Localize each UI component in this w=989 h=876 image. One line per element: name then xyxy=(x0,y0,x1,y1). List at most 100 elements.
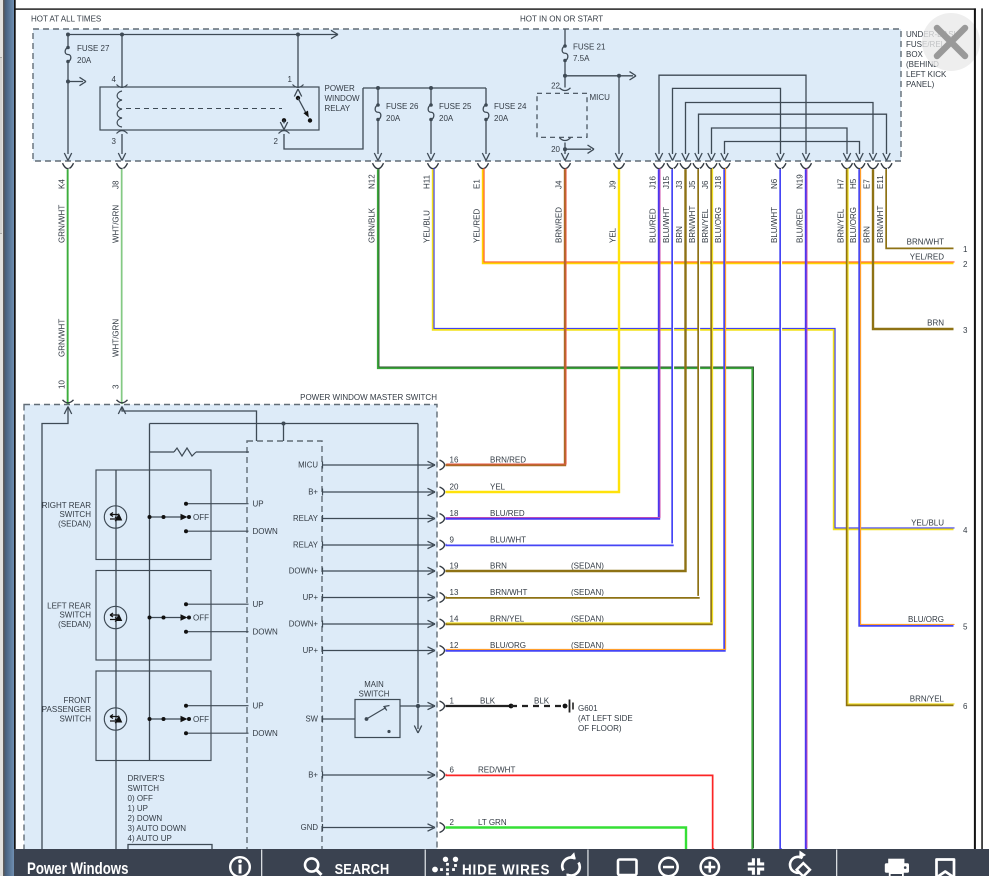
svg-text:HIDE WIRES: HIDE WIRES xyxy=(462,862,550,876)
svg-text:1: 1 xyxy=(450,697,455,706)
svg-text:SW: SW xyxy=(305,715,318,724)
svg-text:DOWN: DOWN xyxy=(253,729,279,738)
svg-text:BRN/RED: BRN/RED xyxy=(555,207,564,243)
svg-text:BLK: BLK xyxy=(534,697,550,706)
svg-text:GRN/BLK: GRN/BLK xyxy=(368,207,377,243)
svg-text:FUSE 24: FUSE 24 xyxy=(494,102,527,111)
svg-text:4: 4 xyxy=(112,75,117,84)
svg-text:5: 5 xyxy=(963,623,968,632)
svg-text:SWITCH: SWITCH xyxy=(59,714,91,723)
svg-text:BRN/WHT: BRN/WHT xyxy=(907,237,944,246)
svg-text:4: 4 xyxy=(963,526,968,535)
svg-text:BRN/YEL: BRN/YEL xyxy=(910,694,945,703)
svg-text:MICU: MICU xyxy=(590,93,611,102)
svg-text:(SEDAN): (SEDAN) xyxy=(571,562,604,571)
svg-text:1: 1 xyxy=(963,245,968,254)
svg-text:BRN: BRN xyxy=(863,226,872,243)
svg-text:SWITCH: SWITCH xyxy=(59,510,91,519)
svg-text:WHT/GRN: WHT/GRN xyxy=(112,319,121,357)
svg-text:FUSE 25: FUSE 25 xyxy=(439,102,472,111)
svg-text:2: 2 xyxy=(963,260,968,269)
svg-text:DOWN: DOWN xyxy=(253,527,279,536)
svg-text:UP: UP xyxy=(253,500,264,509)
svg-text:BRN/RED: BRN/RED xyxy=(490,456,526,465)
svg-text:H5: H5 xyxy=(849,178,858,189)
svg-text:19: 19 xyxy=(450,562,459,571)
svg-text:UP+: UP+ xyxy=(303,593,319,602)
svg-text:J9: J9 xyxy=(609,180,618,189)
svg-text:YEL/RED: YEL/RED xyxy=(910,252,944,261)
svg-text:LEFT REAR: LEFT REAR xyxy=(47,602,91,611)
svg-text:3: 3 xyxy=(112,137,117,146)
svg-text:J3: J3 xyxy=(675,180,684,189)
svg-text:(SEDAN): (SEDAN) xyxy=(58,620,91,629)
svg-text:WINDOW: WINDOW xyxy=(325,94,361,103)
svg-text:BLU/WHT: BLU/WHT xyxy=(662,207,671,243)
svg-text:BRN: BRN xyxy=(927,318,944,327)
svg-text:18: 18 xyxy=(450,509,459,518)
svg-text:YEL/BLU: YEL/BLU xyxy=(423,210,432,243)
svg-text:GRN/WHT: GRN/WHT xyxy=(58,319,67,357)
svg-text:FUSE 26: FUSE 26 xyxy=(386,102,419,111)
svg-text:BRN/WHT: BRN/WHT xyxy=(876,206,885,243)
svg-text:3) AUTO DOWN: 3) AUTO DOWN xyxy=(128,824,187,833)
svg-text:BRN: BRN xyxy=(490,562,507,571)
svg-text:DRIVER'S: DRIVER'S xyxy=(128,774,165,783)
svg-text:YEL: YEL xyxy=(490,483,506,492)
svg-text:J4: J4 xyxy=(555,180,564,189)
svg-text:20A: 20A xyxy=(439,114,454,123)
svg-text:2: 2 xyxy=(450,818,455,827)
svg-text:SWITCH: SWITCH xyxy=(359,690,390,699)
svg-text:DOWN+: DOWN+ xyxy=(289,567,319,576)
svg-text:BLU/RED: BLU/RED xyxy=(490,509,525,518)
svg-text:FRONT: FRONT xyxy=(63,696,91,705)
svg-text:14: 14 xyxy=(450,615,459,624)
svg-text:4) AUTO UP: 4) AUTO UP xyxy=(128,834,172,843)
svg-text:PANEL): PANEL) xyxy=(906,80,935,89)
svg-text:DOWN: DOWN xyxy=(253,628,279,637)
svg-text:BRN/YEL: BRN/YEL xyxy=(837,208,846,243)
svg-text:22: 22 xyxy=(551,82,560,91)
svg-text:J8: J8 xyxy=(112,180,121,189)
svg-text:UP: UP xyxy=(253,600,264,609)
svg-text:BLU/ORG: BLU/ORG xyxy=(490,641,526,650)
svg-text:E1: E1 xyxy=(473,179,482,189)
svg-text:13: 13 xyxy=(450,588,459,597)
svg-text:BRN: BRN xyxy=(675,226,684,243)
svg-text:OFF: OFF xyxy=(193,513,209,522)
svg-text:G601: G601 xyxy=(578,704,598,713)
svg-text:BLU/RED: BLU/RED xyxy=(649,208,658,243)
svg-text:9: 9 xyxy=(450,536,455,545)
svg-text:Power Windows: Power Windows xyxy=(27,860,128,876)
svg-text:OFF: OFF xyxy=(193,614,209,623)
svg-text:B+: B+ xyxy=(308,488,318,497)
svg-text:RELAY: RELAY xyxy=(325,104,351,113)
svg-text:BLU/RED: BLU/RED xyxy=(796,208,805,243)
svg-text:MAIN: MAIN xyxy=(364,680,384,689)
svg-text:J15: J15 xyxy=(662,176,671,189)
svg-text:BOX: BOX xyxy=(906,50,924,59)
svg-text:(SEDAN): (SEDAN) xyxy=(571,588,604,597)
svg-text:0) OFF: 0) OFF xyxy=(128,794,153,803)
svg-text:J16: J16 xyxy=(649,176,658,189)
svg-text:1) UP: 1) UP xyxy=(128,804,148,813)
svg-text:E11: E11 xyxy=(876,175,885,189)
svg-text:FUSE 27: FUSE 27 xyxy=(77,44,110,53)
svg-text:(AT LEFT SIDE: (AT LEFT SIDE xyxy=(578,714,633,723)
svg-text:RELAY: RELAY xyxy=(293,514,319,523)
svg-text:BLU/WHT: BLU/WHT xyxy=(770,207,779,243)
svg-text:J6: J6 xyxy=(701,180,710,189)
svg-text:OF FLOOR): OF FLOOR) xyxy=(578,724,622,733)
svg-text:20: 20 xyxy=(450,483,459,492)
svg-text:N6: N6 xyxy=(770,178,779,189)
svg-text:20A: 20A xyxy=(77,56,92,65)
svg-text:MICU: MICU xyxy=(298,461,318,470)
svg-text:DOWN+: DOWN+ xyxy=(289,620,319,629)
svg-text:POWER WINDOW MASTER SWITCH: POWER WINDOW MASTER SWITCH xyxy=(300,393,437,402)
svg-text:6: 6 xyxy=(963,702,968,711)
svg-text:1: 1 xyxy=(288,75,293,84)
svg-text:B+: B+ xyxy=(308,771,318,780)
svg-text:J18: J18 xyxy=(714,176,723,189)
svg-text:2) DOWN: 2) DOWN xyxy=(128,814,163,823)
svg-text:20A: 20A xyxy=(386,114,401,123)
